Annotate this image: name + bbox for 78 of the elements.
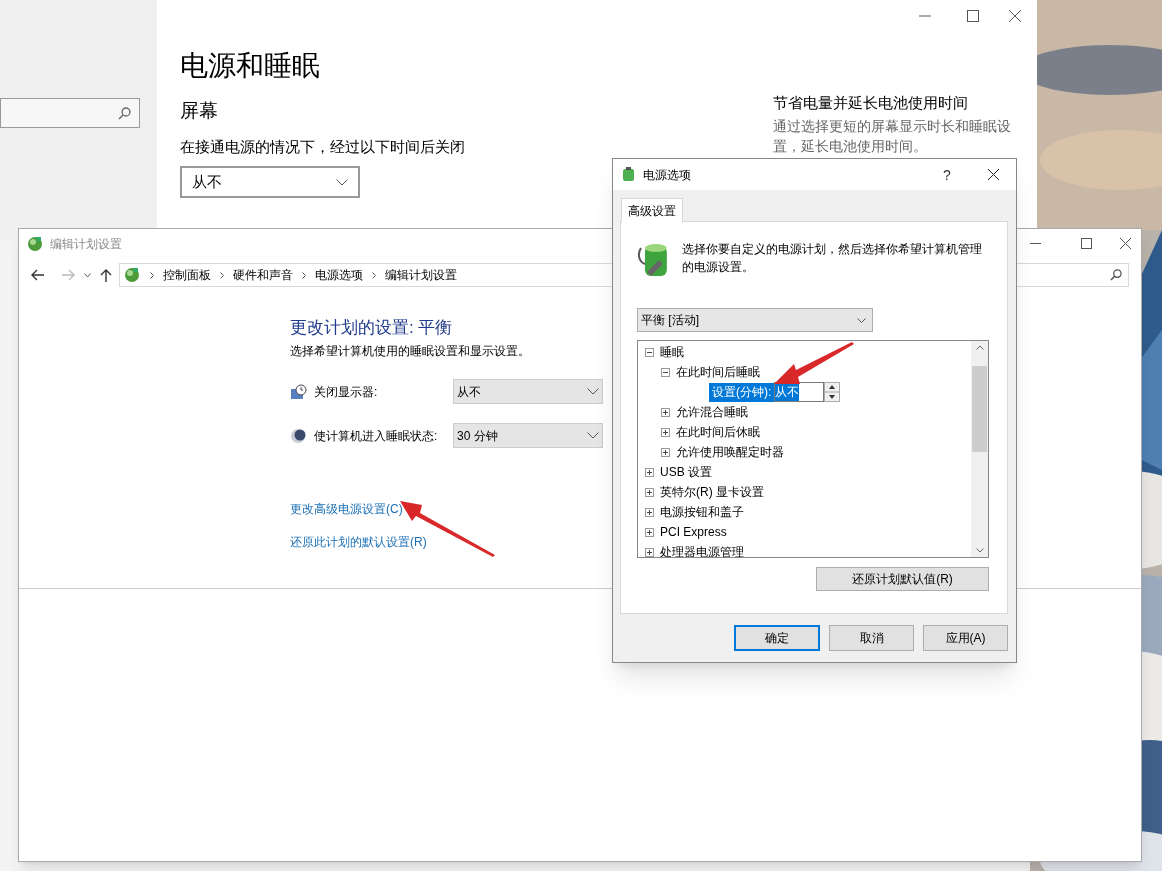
chevron-up-icon[interactable] [975, 345, 984, 350]
tree-item[interactable]: 允许使用唤醒定时器 [676, 443, 784, 461]
tree-item[interactable]: USB 设置 [660, 463, 712, 481]
screen-timeout-dropdown[interactable]: 从不 [180, 166, 360, 198]
side-description: 通过选择更短的屏幕显示时长和睡眠设置，延长电池使用时间。 [773, 117, 1012, 156]
tree-item[interactable]: PCI Express [660, 523, 727, 541]
breadcrumb-item[interactable]: 电源选项 [315, 266, 363, 284]
search-icon [1110, 269, 1122, 281]
maximize-icon[interactable] [967, 10, 979, 22]
expand-icon[interactable] [661, 447, 670, 457]
search-icon [118, 106, 131, 120]
window-title: 编辑计划设置 [50, 236, 122, 253]
collapse-icon[interactable] [645, 347, 654, 357]
help-button[interactable]: ? [943, 165, 951, 186]
expand-icon[interactable] [661, 427, 670, 437]
setting-label: 关闭显示器: [314, 383, 379, 401]
moon-icon [290, 427, 306, 444]
dialog-button[interactable]: 应用(A) [923, 625, 1008, 651]
setting-dropdown[interactable]: 从不 [453, 379, 603, 404]
side-heading: 节省电量并延长电池使用时间 [773, 93, 969, 113]
up-arrow-icon[interactable] [100, 268, 112, 282]
chevron-down-icon[interactable] [975, 548, 984, 553]
setting-label: 使计算机进入睡眠状态: [314, 427, 439, 445]
dialog-button[interactable]: 取消 [829, 625, 914, 651]
scrollbar-thumb[interactable] [972, 366, 987, 452]
minutes-field[interactable]: 从不 [774, 382, 825, 402]
window-title: 电源选项 [643, 166, 691, 184]
breadcrumb-item[interactable]: 硬件和声音 [233, 266, 293, 284]
chevron-right-icon [150, 271, 154, 279]
maximize-icon[interactable] [1081, 238, 1092, 249]
chevron-right-icon [302, 271, 306, 279]
scrollbar[interactable] [971, 341, 988, 557]
chevron-down-icon[interactable] [84, 272, 91, 278]
battery-plug-icon [620, 166, 637, 183]
expand-icon[interactable] [645, 527, 654, 537]
field-label: 在接通电源的情况下，经过以下时间后关闭 [180, 137, 466, 157]
expand-icon[interactable] [645, 487, 654, 497]
breadcrumb-item[interactable]: 编辑计划设置 [385, 266, 457, 284]
tree-item[interactable]: 处理器电源管理 [660, 543, 744, 557]
chevron-down-icon [587, 388, 599, 395]
chevron-down-icon [587, 432, 599, 439]
chevron-right-icon [372, 271, 376, 279]
expand-icon[interactable] [661, 407, 670, 417]
tab[interactable]: 高级设置 [621, 198, 683, 223]
close-icon[interactable] [1120, 238, 1131, 249]
section-heading: 屏幕 [180, 99, 219, 123]
collapse-icon[interactable] [661, 367, 670, 377]
expand-icon[interactable] [645, 507, 654, 517]
setting-label: 设置(分钟): [709, 382, 775, 402]
back-arrow-icon[interactable] [31, 269, 45, 281]
link[interactable]: 更改高级电源设置(C) [290, 500, 403, 518]
restore-defaults-button[interactable]: 还原计划默认值(R) [816, 567, 989, 591]
tree-item[interactable]: 英特尔(R) 显卡设置 [660, 483, 764, 501]
breadcrumb-item[interactable]: 控制面板 [163, 266, 211, 284]
tree-item[interactable]: 在此时间后休眠 [676, 423, 760, 441]
page-subtitle: 选择希望计算机使用的睡眠设置和显示设置。 [290, 343, 530, 359]
control-panel-icon [123, 266, 141, 284]
spinner-icon[interactable] [824, 382, 841, 402]
link[interactable]: 还原此计划的默认设置(R) [290, 533, 427, 551]
close-icon[interactable] [988, 169, 999, 180]
chevron-down-icon [857, 317, 866, 323]
setting-dropdown[interactable]: 30 分钟 [453, 423, 603, 448]
dialog-button[interactable]: 确定 [734, 625, 820, 651]
page-title: 电源和睡眠 [180, 49, 321, 83]
plan-dropdown[interactable]: 平衡 [活动] [637, 308, 873, 332]
expand-icon[interactable] [645, 467, 654, 477]
tree-item[interactable]: 睡眠 [660, 343, 684, 361]
expand-icon[interactable] [645, 547, 654, 557]
page-heading: 更改计划的设置: 平衡 [290, 317, 453, 339]
monitor-clock-icon [290, 383, 307, 400]
tree-item[interactable]: 电源按钮和盖子 [660, 503, 744, 521]
search-field[interactable] [0, 98, 140, 128]
control-panel-icon [26, 235, 44, 253]
chevron-right-icon [220, 271, 224, 279]
tree-item[interactable]: 允许混合睡眠 [676, 403, 748, 421]
tree-item[interactable]: 在此时间后睡眠 [676, 363, 760, 381]
close-icon[interactable] [1009, 10, 1021, 22]
chevron-down-icon [336, 178, 348, 186]
